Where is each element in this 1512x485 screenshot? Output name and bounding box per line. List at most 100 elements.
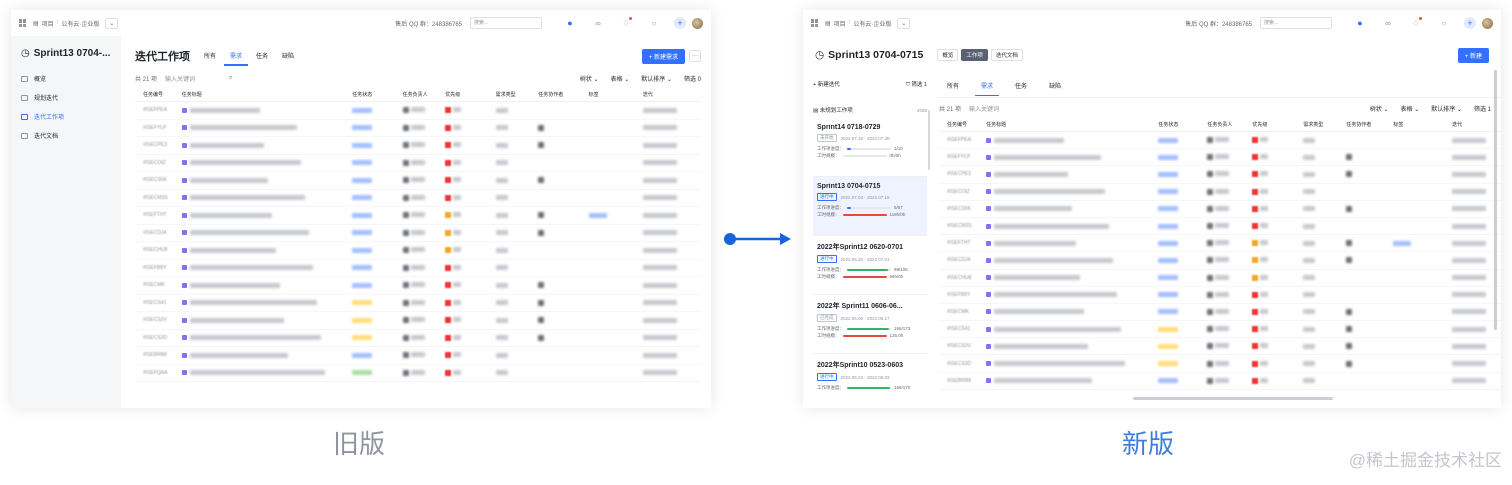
priority-cell[interactable] — [445, 317, 495, 324]
assignee-cell[interactable] — [402, 334, 446, 341]
plus-icon[interactable]: + — [1464, 17, 1476, 29]
column-header[interactable]: 标签 — [1393, 121, 1452, 128]
type-cell[interactable] — [495, 300, 539, 306]
task-status-cell[interactable] — [1158, 309, 1207, 315]
type-cell[interactable] — [495, 177, 539, 183]
task-status-cell[interactable] — [1158, 240, 1207, 246]
type-cell[interactable] — [495, 265, 539, 271]
task-status-cell[interactable] — [1158, 137, 1207, 143]
task-id[interactable]: #ISEFQAA — [143, 370, 182, 376]
collaborator-cell[interactable] — [1346, 240, 1393, 247]
assignee-cell[interactable] — [402, 142, 446, 149]
table-row[interactable]: #ISECS5K — [135, 172, 701, 190]
task-title-cell[interactable] — [181, 230, 353, 236]
priority-cell[interactable] — [1252, 154, 1303, 161]
assignee-cell[interactable] — [1207, 343, 1252, 350]
toolbar-control[interactable]: 筛选 0 — [684, 74, 701, 83]
table-row[interactable]: #ISEFPEA — [135, 102, 701, 120]
priority-cell[interactable] — [1252, 291, 1303, 298]
task-title-cell[interactable] — [986, 275, 1158, 281]
assignee-cell[interactable] — [402, 107, 446, 114]
sidebar-item[interactable]: 概览 — [21, 69, 111, 88]
task-title-cell[interactable] — [181, 370, 353, 376]
table-row[interactable]: #ISECOIZ — [135, 155, 701, 172]
table-row[interactable]: #ISECS5K — [939, 201, 1501, 218]
task-id[interactable]: #ISEBRB8 — [947, 378, 986, 384]
assignee-cell[interactable] — [1207, 154, 1252, 161]
type-cell[interactable] — [1303, 378, 1346, 384]
toolbar-control[interactable]: 树状 ⌄ — [1370, 104, 1389, 113]
task-title-cell[interactable] — [986, 240, 1158, 246]
task-status-cell[interactable] — [352, 282, 402, 288]
type-cell[interactable] — [495, 370, 539, 376]
task-title-cell[interactable] — [986, 257, 1158, 263]
priority-cell[interactable] — [445, 247, 495, 254]
table-row[interactable]: #ISECOIZ — [939, 184, 1501, 201]
toolbar-control[interactable]: 表格 ⌄ — [611, 74, 630, 83]
collaborator-cell[interactable] — [538, 282, 588, 289]
table-row[interactable]: #ISECS3D — [135, 330, 701, 347]
task-id[interactable]: #ISECHU8 — [947, 275, 986, 281]
task-title-cell[interactable] — [986, 137, 1158, 143]
task-status-cell[interactable] — [352, 212, 402, 218]
task-title-cell[interactable] — [181, 125, 353, 131]
task-id[interactable]: #ISEFTHT — [947, 240, 986, 246]
toolbar-control[interactable]: 默认排序 ⌄ — [1431, 104, 1462, 113]
avatar[interactable] — [692, 17, 703, 29]
priority-cell[interactable] — [445, 159, 495, 166]
collaborator-cell[interactable] — [1346, 171, 1393, 178]
task-id[interactable]: #ISEBRB8 — [143, 352, 182, 358]
sprint-cell[interactable] — [642, 335, 701, 341]
task-title-cell[interactable] — [986, 223, 1158, 229]
task-id[interactable]: #ISECS41 — [143, 300, 182, 306]
task-id[interactable]: #ISEFB8Y — [143, 265, 182, 271]
task-status-cell[interactable] — [352, 107, 402, 113]
assignee-cell[interactable] — [402, 282, 446, 289]
type-cell[interactable] — [495, 160, 539, 166]
type-cell[interactable] — [1303, 240, 1346, 246]
task-status-cell[interactable] — [1158, 378, 1207, 384]
column-header[interactable]: 任务协作者 — [538, 91, 588, 98]
tab-item[interactable]: 所有 — [947, 81, 959, 92]
assignee-cell[interactable] — [1207, 291, 1252, 298]
task-status-cell[interactable] — [352, 125, 402, 131]
column-header[interactable]: 任务负责人 — [403, 91, 446, 98]
bell-icon[interactable]: ♢ — [620, 17, 632, 29]
task-status-cell[interactable] — [352, 352, 402, 358]
task-id[interactable]: #ISECPE3 — [947, 171, 986, 177]
task-title-cell[interactable] — [986, 361, 1158, 367]
task-status-cell[interactable] — [352, 195, 402, 201]
sprint-cell[interactable] — [642, 125, 701, 131]
sprint-cell[interactable] — [642, 300, 701, 306]
task-title-cell[interactable] — [181, 317, 353, 323]
bell-icon[interactable]: ♢ — [1410, 17, 1422, 29]
type-cell[interactable] — [495, 125, 539, 131]
type-cell[interactable] — [1303, 206, 1346, 212]
priority-cell[interactable] — [1252, 274, 1303, 281]
priority-cell[interactable] — [445, 369, 495, 376]
sprint-cell[interactable] — [642, 107, 701, 113]
task-status-cell[interactable] — [1158, 343, 1207, 349]
priority-cell[interactable] — [1252, 377, 1303, 384]
task-status-cell[interactable] — [1158, 292, 1207, 298]
table-row[interactable]: #ISECS41 — [939, 321, 1501, 339]
priority-cell[interactable] — [1252, 360, 1303, 367]
keyword-input[interactable]: 输入关键词 — [165, 74, 229, 83]
new-button[interactable]: + 新建 — [1457, 48, 1489, 63]
column-header[interactable]: 任务状态 — [352, 91, 402, 98]
table-row[interactable]: #ISECS3D — [939, 355, 1501, 373]
assignee-cell[interactable] — [1207, 274, 1252, 281]
priority-cell[interactable] — [1252, 326, 1303, 333]
tag-cell[interactable] — [588, 212, 643, 218]
collaborator-cell[interactable] — [1346, 205, 1393, 212]
task-title-cell[interactable] — [181, 177, 353, 183]
task-id[interactable]: #ISECDJ4 — [947, 257, 986, 263]
table-row[interactable]: #ISEFB8Y — [135, 260, 701, 277]
task-title-cell[interactable] — [181, 282, 353, 288]
type-cell[interactable] — [1303, 326, 1346, 332]
table-row[interactable]: #ISEFYLP — [939, 149, 1501, 167]
task-id[interactable]: #ISECDJ4 — [143, 230, 182, 236]
column-header[interactable]: 优先级 — [445, 91, 495, 98]
task-status-cell[interactable] — [352, 317, 402, 323]
task-id[interactable]: #ISEFPEA — [143, 107, 182, 113]
